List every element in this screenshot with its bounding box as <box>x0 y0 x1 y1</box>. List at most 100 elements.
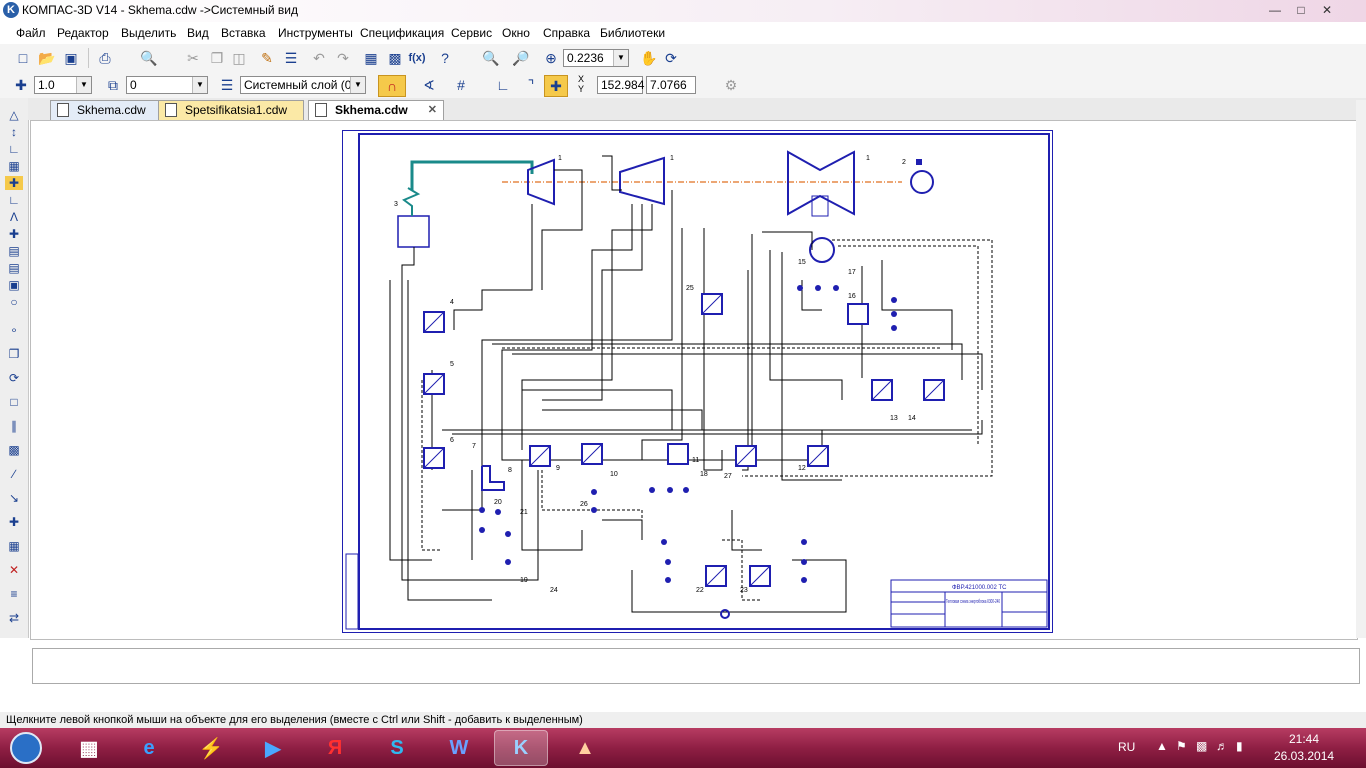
help-pointer-icon[interactable]: ? <box>436 49 454 67</box>
view-icon[interactable]: ▣ <box>5 278 23 292</box>
magnet-snap-icon[interactable]: ∩ <box>378 75 406 97</box>
snap-icon[interactable]: ✚ <box>12 76 30 94</box>
taskbar-app[interactable]: ▲ <box>558 730 612 766</box>
parametrization-icon[interactable]: ✚ <box>5 176 23 190</box>
chevron-down-icon[interactable]: ▼ <box>76 77 91 93</box>
layer-icon[interactable]: ⧉ <box>104 76 122 94</box>
hatch-icon[interactable]: ▩ <box>5 443 23 457</box>
volume-icon[interactable]: ♬ <box>1216 739 1228 753</box>
properties-icon[interactable]: ☰ <box>282 49 300 67</box>
grid-icon[interactable]: # <box>452 76 470 94</box>
taskbar-skype[interactable]: S <box>370 730 424 766</box>
coord-y-field[interactable]: 7.0766 <box>646 76 696 94</box>
preview-icon[interactable]: 🔍 <box>140 49 158 67</box>
zoom-scale-combo[interactable]: 0.2236 ▼ <box>563 49 629 67</box>
tab-spetsifikatsia[interactable]: Spetsifikatsia1.cdw <box>158 100 304 120</box>
scale-icon[interactable]: □ <box>5 395 23 409</box>
menu-select[interactable]: Выделить <box>121 26 176 40</box>
point-icon[interactable]: ∘ <box>5 323 23 337</box>
trim-icon[interactable]: ∕ <box>5 467 23 481</box>
ortho-mode-icon[interactable]: ⌝ <box>522 76 540 94</box>
redo-icon[interactable]: ↷ <box>334 49 352 67</box>
menu-libraries[interactable]: Библиотеки <box>600 26 665 40</box>
move-icon[interactable]: ⇄ <box>5 611 23 625</box>
menu-help[interactable]: Справка <box>543 26 590 40</box>
open-folder-icon[interactable]: 📂 <box>38 49 56 67</box>
pan-icon[interactable]: ✋ <box>640 49 658 67</box>
taskbar-kompas[interactable]: K <box>494 730 548 766</box>
close-icon[interactable]: ✕ <box>1314 2 1340 18</box>
taskbar-yandex[interactable]: Я <box>308 730 362 766</box>
vertical-scrollbar[interactable] <box>1356 100 1366 638</box>
paste-icon[interactable]: ◫ <box>230 49 248 67</box>
ortho-icon[interactable]: ∢ <box>420 76 438 94</box>
taskbar-launcher[interactable]: ⚡ <box>184 730 238 766</box>
chevron-down-icon[interactable]: ▼ <box>350 77 365 93</box>
zoom-in-icon[interactable]: ⊕ <box>542 49 560 67</box>
edit-icon[interactable]: ▦ <box>5 159 23 173</box>
menu-view[interactable]: Вид <box>187 26 209 40</box>
start-button[interactable] <box>4 730 48 766</box>
fragments-icon[interactable]: ○ <box>5 295 23 309</box>
variables-icon[interactable]: ▩ <box>386 49 404 67</box>
fillet-icon[interactable]: ✚ <box>5 515 23 529</box>
taskbar-ie[interactable]: e <box>122 730 176 766</box>
chevron-down-icon[interactable]: ▼ <box>613 50 628 66</box>
menu-insert[interactable]: Вставка <box>221 26 266 40</box>
kompas-app-icon[interactable]: K <box>3 2 19 18</box>
menu-tools[interactable]: Инструменты <box>278 26 353 40</box>
language-indicator[interactable]: RU <box>1118 740 1135 754</box>
mirror-icon[interactable]: ∥ <box>5 419 23 433</box>
line-scale-combo[interactable]: 1.0 ▼ <box>34 76 92 94</box>
tray-arrow-icon[interactable]: ▲ <box>1156 739 1168 753</box>
reports-icon[interactable]: ▤ <box>5 244 23 258</box>
chevron-down-icon[interactable]: ▼ <box>192 77 207 93</box>
zoom-window-icon[interactable]: 🔍 <box>482 49 500 67</box>
format-painter-icon[interactable]: ✎ <box>258 49 276 67</box>
layer-number-combo[interactable]: 0 ▼ <box>126 76 208 94</box>
battery-icon[interactable]: ▮ <box>1236 739 1243 753</box>
taskbar-word[interactable]: W <box>432 730 486 766</box>
layers-stack-icon[interactable]: ☰ <box>218 76 236 94</box>
fx-button[interactable]: f(x) <box>408 49 426 67</box>
geometry-icon[interactable]: △ <box>5 108 23 122</box>
menu-service[interactable]: Сервис <box>451 26 492 40</box>
refresh-icon[interactable]: ⟳ <box>662 49 680 67</box>
tab-skhema-active[interactable]: Skhema.cdw ✕ <box>308 100 444 120</box>
minimize-icon[interactable]: — <box>1262 2 1288 18</box>
select-icon[interactable]: Λ <box>5 210 23 224</box>
print-icon[interactable]: ⎙ <box>96 49 114 67</box>
dynamic-snap-icon[interactable]: ✚ <box>544 75 568 97</box>
network-icon[interactable]: ▩ <box>1196 739 1207 753</box>
coord-x-field[interactable]: 152.984 <box>597 76 644 94</box>
new-file-icon[interactable]: □ <box>14 49 32 67</box>
delete-icon[interactable]: ✕ <box>5 563 23 577</box>
local-cs-icon[interactable]: ∟ <box>494 76 512 94</box>
copy-tool-icon[interactable]: ❐ <box>5 347 23 361</box>
clock-date[interactable]: 26.03.2014 <box>1274 749 1334 763</box>
menu-specification[interactable]: Спецификация <box>360 26 444 40</box>
taskbar-media[interactable]: ▶ <box>246 730 300 766</box>
insert-icon[interactable]: ▤ <box>5 261 23 275</box>
maximize-icon[interactable]: □ <box>1288 2 1314 18</box>
taskbar-explorer[interactable]: ▦ <box>62 730 116 766</box>
settings-disabled-icon[interactable]: ⚙ <box>722 76 740 94</box>
undo-icon[interactable]: ↶ <box>310 49 328 67</box>
align-icon[interactable]: ≡ <box>5 587 23 601</box>
close-tab-icon[interactable]: ✕ <box>428 101 437 119</box>
layer-name-combo[interactable]: Системный слой (0) ▼ <box>240 76 366 94</box>
spec-icon[interactable]: ✚ <box>5 227 23 241</box>
drawing-sheet[interactable]: ФВР.421000.002 ТС Тепловая схема энергоб… <box>342 130 1054 634</box>
save-icon[interactable]: ▣ <box>62 49 80 67</box>
flag-icon[interactable]: ⚑ <box>1176 739 1187 753</box>
measure-icon[interactable]: ∟ <box>5 193 23 207</box>
menu-window[interactable]: Окно <box>502 26 530 40</box>
cut-icon[interactable]: ✂ <box>184 49 202 67</box>
menu-file[interactable]: Файл <box>16 26 46 40</box>
command-line-panel[interactable] <box>32 648 1360 684</box>
zoom-dynamic-icon[interactable]: 🔎 <box>512 49 530 67</box>
clock-time[interactable]: 21:44 <box>1274 732 1334 746</box>
manager-icon[interactable]: ▦ <box>362 49 380 67</box>
menu-editor[interactable]: Редактор <box>57 26 109 40</box>
rotate-icon[interactable]: ⟳ <box>5 371 23 385</box>
